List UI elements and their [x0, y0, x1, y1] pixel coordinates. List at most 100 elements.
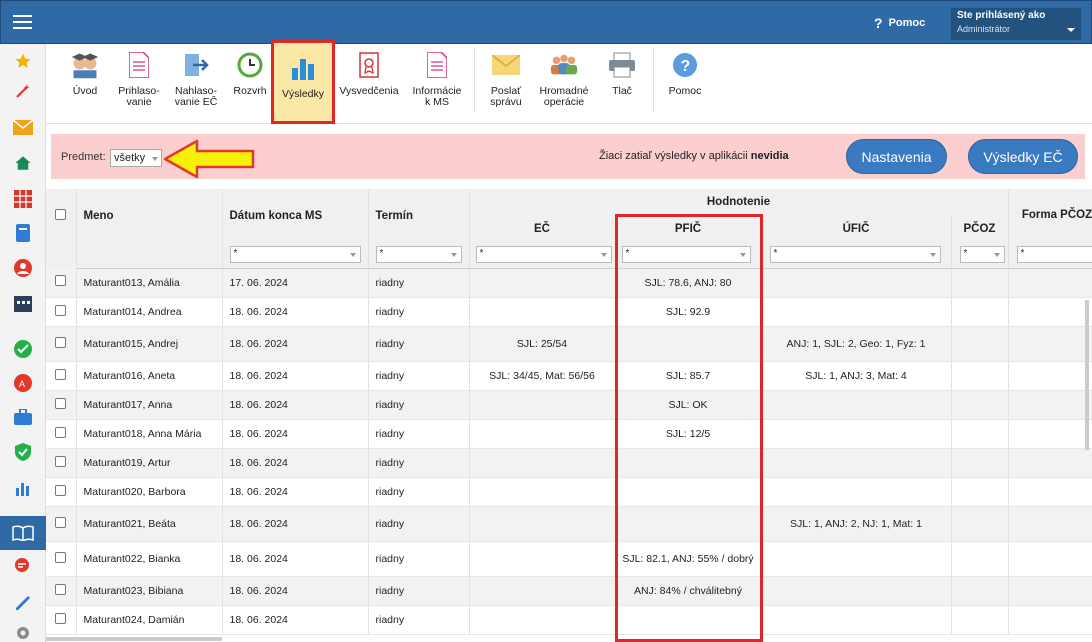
- cell-forma-pcoz: [1008, 541, 1092, 577]
- ufic-filter[interactable]: *: [769, 246, 941, 264]
- col-pcoz[interactable]: PČOZ: [951, 215, 1009, 242]
- pcoz-filter[interactable]: *: [959, 246, 1005, 264]
- export-icon: [181, 50, 211, 80]
- menu-icon[interactable]: [13, 15, 32, 30]
- cell-datum: 18. 06. 2024: [222, 326, 369, 362]
- termin-filter[interactable]: *: [375, 246, 462, 264]
- filter-banner: Predmet: všetky Žiaci zatiaľ výsledky v …: [51, 134, 1085, 179]
- open-book-icon[interactable]: [0, 516, 46, 550]
- table-row[interactable]: Maturant017, Anna 18. 06. 2024 riadny SJL: …: [46, 390, 1092, 420]
- grade-icon[interactable]: A: [0, 366, 46, 400]
- chart-icon[interactable]: [0, 471, 46, 505]
- cell-termin: riadny: [368, 297, 470, 327]
- clock-icon: [235, 50, 265, 80]
- row-checkbox[interactable]: [55, 484, 67, 496]
- row-checkbox[interactable]: [55, 455, 67, 467]
- form-icon: [124, 50, 154, 80]
- cell-forma-pcoz: [1008, 477, 1092, 507]
- table-row[interactable]: Maturant022, Bianka 18. 06. 2024 riadny SJL…: [46, 541, 1092, 577]
- toolbar-hromadne-operacie[interactable]: Hromadné operácie: [533, 50, 595, 108]
- toolbar-tlac[interactable]: Tlač: [593, 50, 651, 97]
- row-checkbox[interactable]: [55, 516, 67, 528]
- col-datum[interactable]: Dátum konca MS: [222, 189, 369, 242]
- toolbar-poslat-spravu[interactable]: Poslať správu: [477, 50, 535, 108]
- select-all-header: [46, 189, 77, 268]
- row-checkbox-cell: [46, 268, 77, 298]
- info-bold: nevidia: [750, 150, 789, 162]
- table-row[interactable]: Maturant024, Damián 18. 06. 2024 riadny: [46, 605, 1092, 635]
- help-link[interactable]: ? Pomoc: [874, 15, 925, 31]
- table-row[interactable]: Maturant021, Beáta 18. 06. 2024 riadny SJL:…: [46, 506, 1092, 542]
- cell-datum: 18. 06. 2024: [222, 506, 369, 542]
- table-row[interactable]: Maturant018, Anna Mária 18. 06. 2024 riadn…: [46, 419, 1092, 449]
- row-checkbox[interactable]: [55, 275, 67, 287]
- chevron-down-icon: [349, 253, 356, 258]
- col-forma-pcoz[interactable]: Forma PČOZ: [1008, 189, 1092, 242]
- table-row[interactable]: Maturant023, Bibiana 18. 06. 2024 riadny AN…: [46, 576, 1092, 606]
- mail-icon[interactable]: [0, 110, 46, 144]
- row-checkbox[interactable]: [55, 336, 67, 348]
- star-icon[interactable]: [0, 44, 46, 78]
- horizontal-scrollbar[interactable]: [46, 637, 222, 641]
- magic-wand-icon[interactable]: [0, 74, 46, 108]
- person-icon[interactable]: [0, 251, 46, 285]
- col-ufic[interactable]: ÚFIČ: [761, 215, 952, 242]
- cell-datum: 17. 06. 2024: [222, 268, 369, 298]
- toolbar-nahlasovanie[interactable]: Nahlaso- vanie EČ: [167, 50, 225, 108]
- toolbar-vysledky[interactable]: Výsledky: [271, 40, 335, 124]
- user-dropdown[interactable]: Ste prihlásený ako Administrátor: [951, 8, 1081, 40]
- home-icon[interactable]: [0, 146, 46, 180]
- table-row[interactable]: Maturant020, Barbora 18. 06. 2024 riadny: [46, 477, 1092, 507]
- vertical-scrollbar[interactable]: [1085, 300, 1089, 450]
- row-checkbox[interactable]: [55, 368, 67, 380]
- row-checkbox[interactable]: [55, 426, 67, 438]
- cell-datum: 18. 06. 2024: [222, 448, 369, 478]
- forma-filter[interactable]: *: [1016, 246, 1092, 264]
- table-row[interactable]: Maturant014, Andrea 18. 06. 2024 riadny SJL…: [46, 297, 1092, 327]
- select-all-checkbox[interactable]: [55, 209, 67, 220]
- svg-text:?: ?: [681, 58, 691, 75]
- row-checkbox[interactable]: [55, 551, 67, 563]
- row-checkbox[interactable]: [55, 304, 67, 316]
- table-row[interactable]: Maturant019, Artur 18. 06. 2024 riadny: [46, 448, 1092, 478]
- pen-icon[interactable]: [0, 584, 46, 618]
- toolbar-informacie[interactable]: Informácie k MS: [407, 50, 467, 108]
- calendar-grid-icon[interactable]: [0, 182, 46, 216]
- row-checkbox[interactable]: [55, 583, 67, 595]
- ec-filter[interactable]: *: [475, 246, 612, 264]
- shield-icon[interactable]: [0, 435, 46, 469]
- chat-icon[interactable]: [0, 549, 46, 583]
- table-row[interactable]: Maturant016, Aneta 18. 06. 2024 riadny SJL:…: [46, 361, 1092, 391]
- results-ec-button[interactable]: Výsledky EČ: [968, 139, 1078, 174]
- settings-button[interactable]: Nastavenia: [846, 139, 947, 174]
- toolbar-uvod[interactable]: Úvod: [56, 50, 114, 97]
- predmet-select[interactable]: všetky: [110, 149, 162, 167]
- help-icon: ?: [670, 50, 700, 80]
- toolbar-pomoc[interactable]: ? Pomoc: [656, 50, 714, 97]
- cell-meno: Maturant014, Andrea: [76, 297, 223, 327]
- chevron-down-icon: [152, 157, 158, 161]
- book-icon[interactable]: [0, 216, 46, 250]
- table-row[interactable]: Maturant015, Andrej 18. 06. 2024 riadny SJL…: [46, 326, 1092, 362]
- col-meno[interactable]: Meno: [76, 189, 223, 242]
- cell-ufic: [761, 448, 952, 478]
- cell-termin: riadny: [368, 477, 470, 507]
- col-termin[interactable]: Termín: [368, 189, 470, 242]
- cell-ec: SJL: 25/54: [469, 326, 616, 362]
- table-row[interactable]: Maturant013, Amália 17. 06. 2024 riadny SJL…: [46, 268, 1092, 298]
- row-checkbox-cell: [46, 477, 77, 507]
- datum-filter[interactable]: *: [229, 246, 361, 264]
- gear-icon[interactable]: [0, 616, 46, 642]
- row-checkbox[interactable]: [55, 397, 67, 409]
- calendar-icon[interactable]: [0, 286, 46, 320]
- row-checkbox[interactable]: [55, 612, 67, 624]
- briefcase-icon[interactable]: [0, 400, 46, 434]
- cell-pcoz: [951, 576, 1009, 606]
- toolbar-prihlasovanie[interactable]: Prihlaso- vanie: [110, 50, 168, 108]
- toolbar-vysvedcenia[interactable]: Vysvedčenia: [338, 50, 400, 97]
- check-icon[interactable]: [0, 332, 46, 366]
- col-ec[interactable]: EČ: [469, 215, 616, 242]
- row-checkbox-cell: [46, 419, 77, 449]
- toolbar-label: Nahlaso- vanie EČ: [174, 85, 218, 108]
- row-checkbox-cell: [46, 326, 77, 362]
